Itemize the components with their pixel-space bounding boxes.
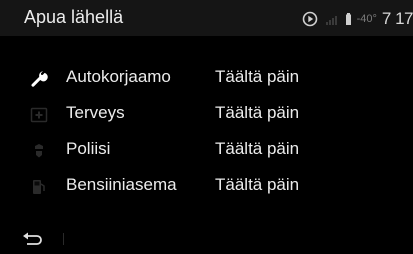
play-circle-icon[interactable] [302,11,318,27]
list-item-autokorjaamo[interactable]: Autokorjaamo Täältä päin [0,62,413,96]
outside-temperature: -40° [356,13,377,25]
status-area: -40° 7 17 [302,9,413,29]
phone-battery-icon [345,13,351,25]
item-direction: Täältä päin [215,103,300,122]
list-item-terveys[interactable]: Terveys Täältä päin [0,98,413,132]
list-item-poliisi[interactable]: Poliisi Täältä päin [0,134,413,168]
police-icon [35,144,43,158]
top-bar: Apua lähellä -40° 7 17 [0,0,413,36]
item-direction: Täältä päin [215,67,300,86]
item-direction: Täältä päin [215,139,300,158]
clock: 7 17 [381,9,413,28]
footer-divider [63,233,64,245]
item-direction: Täältä päin [215,175,300,194]
item-name: Autokorjaamo [66,67,171,86]
signal-bars-icon [325,16,337,25]
item-name: Poliisi [66,139,111,158]
wrench-icon [31,71,48,87]
fuel-pump-icon [33,180,45,194]
list-item-bensiiniasema[interactable]: Bensiiniasema Täältä päin [0,170,413,204]
item-name: Terveys [66,103,125,122]
help-nearby-screen: Apua lähellä -40° 7 17 Autokorjaamo Tääl… [0,0,413,254]
page-title: Apua lähellä [24,7,124,27]
back-arrow-icon[interactable] [22,230,44,246]
item-name: Bensiiniasema [66,175,177,194]
first-aid-icon [30,107,48,123]
